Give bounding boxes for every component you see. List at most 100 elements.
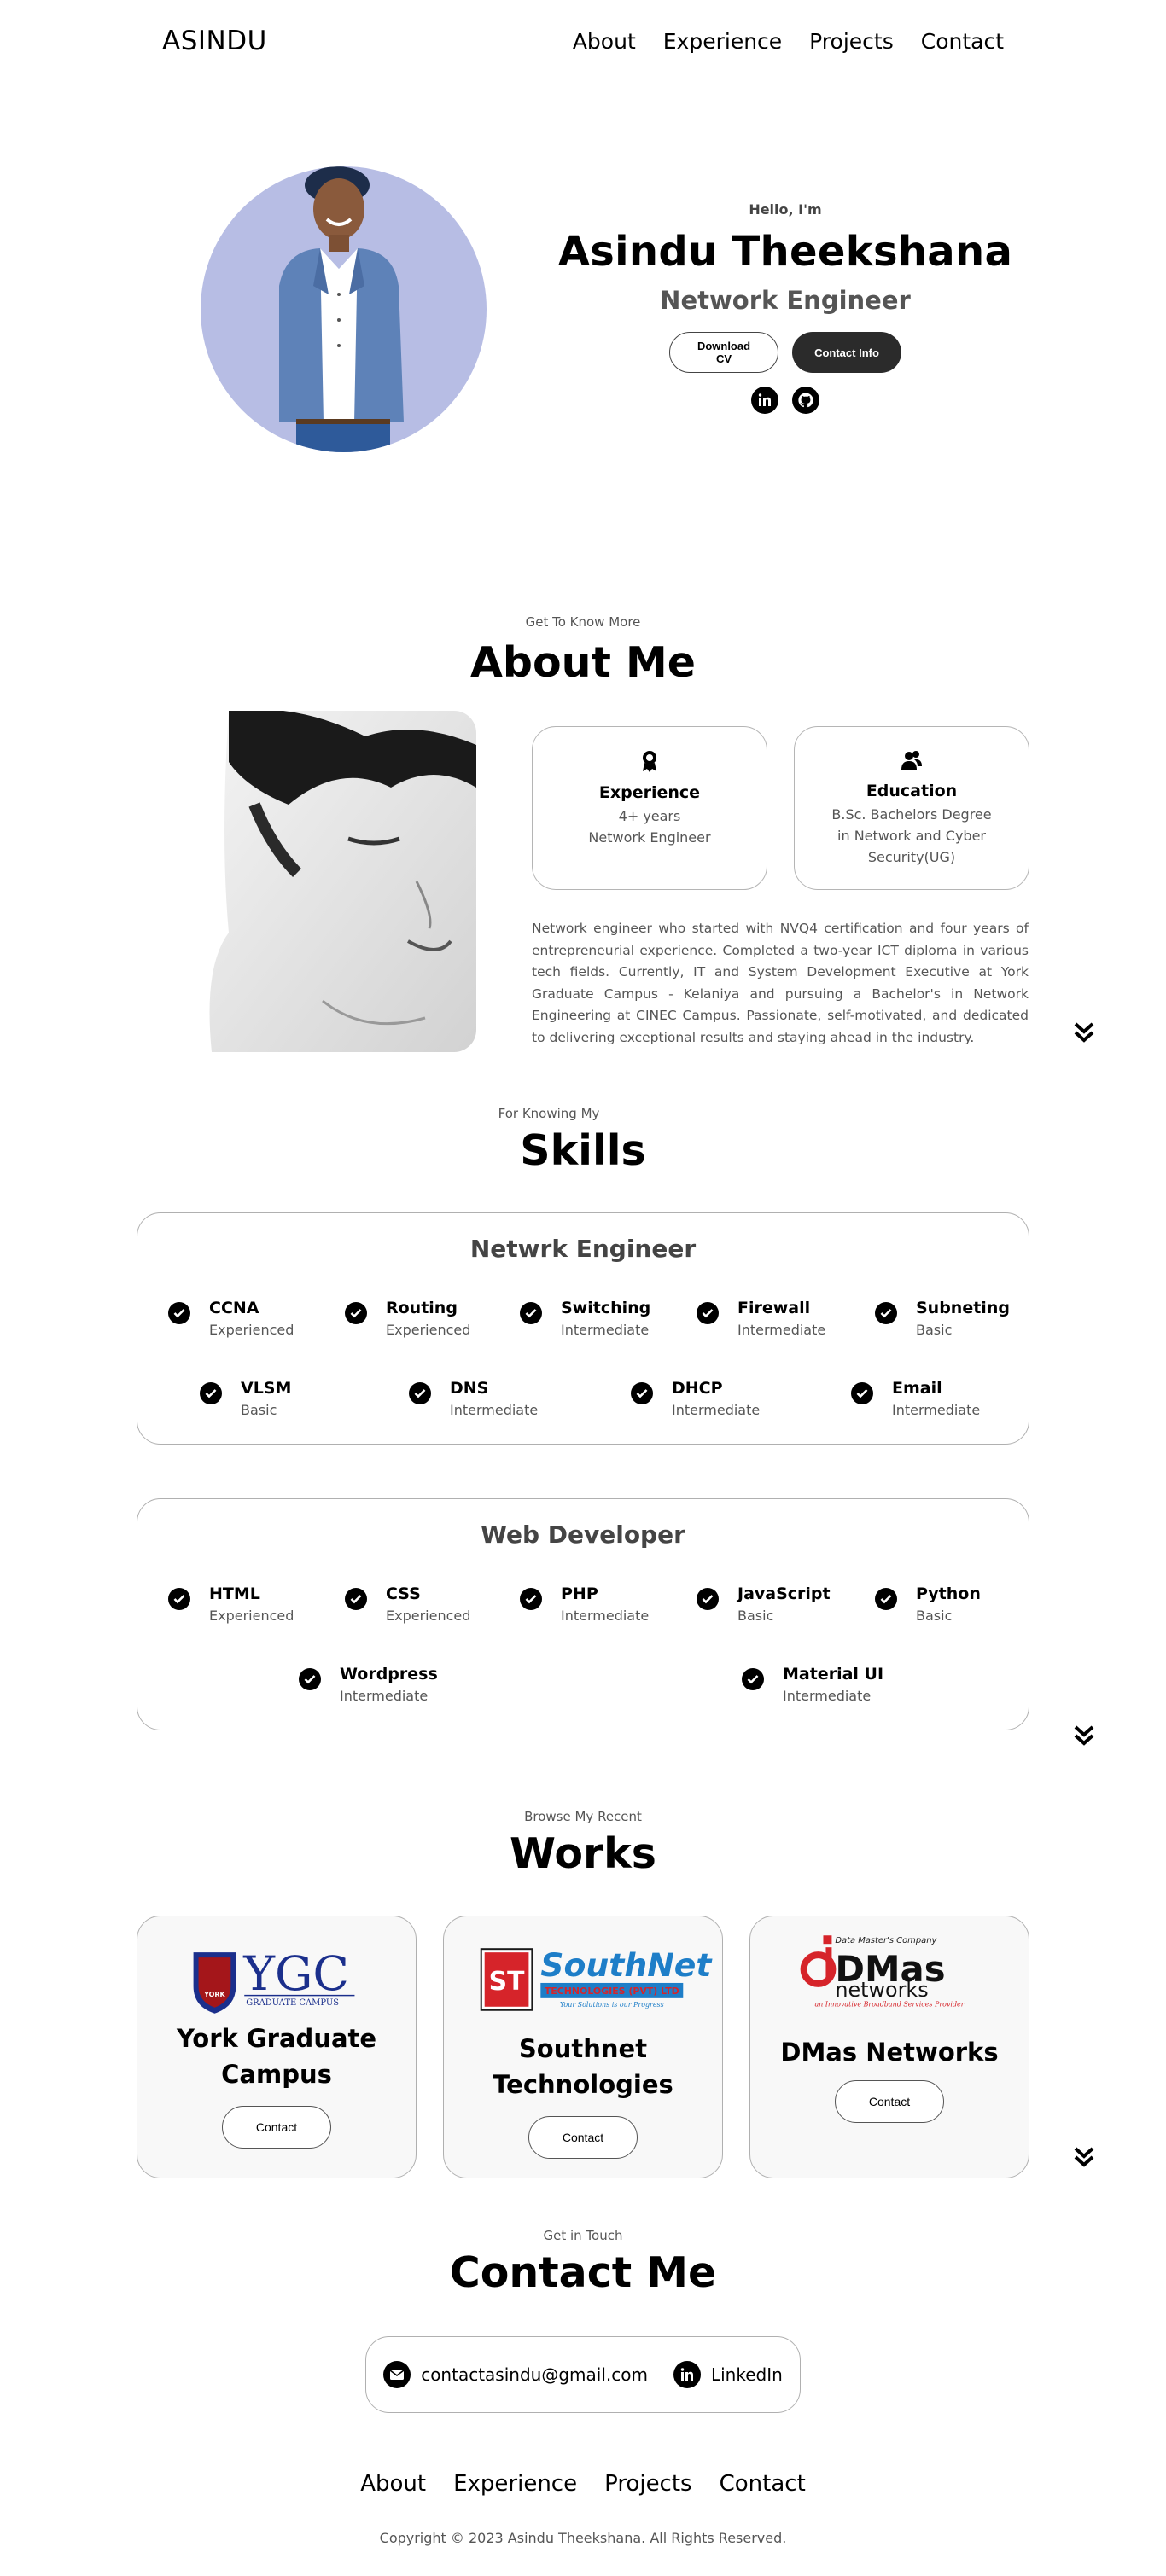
works-heading: Works xyxy=(510,1829,656,1878)
person-illustration xyxy=(279,166,404,452)
works-kicker: Browse My Recent xyxy=(524,1809,642,1824)
skill-name: PHP xyxy=(561,1585,598,1603)
top-nav: ASINDU About Experience Projects Contact xyxy=(0,0,1166,85)
project-name: DMas Networks xyxy=(780,2038,999,2067)
svg-text:Your Solutions is our Progress: Your Solutions is our Progress xyxy=(560,2001,664,2009)
about-paragraph: Network engineer who started with NVQ4 c… xyxy=(532,921,1029,1045)
double-chevron-down-icon[interactable] xyxy=(1073,1021,1095,1044)
award-icon xyxy=(643,751,656,772)
skill-name: HTML xyxy=(209,1585,260,1603)
skill-level: Intermediate xyxy=(561,1322,650,1338)
social-links xyxy=(546,387,1024,414)
about-photo xyxy=(195,711,476,1052)
about-kicker: Get To Know More xyxy=(525,614,641,630)
skill-level: Intermediate xyxy=(737,1322,826,1338)
southnet-logo: ST SouthNet TECHNOLOGIES (PVT) LTD Your … xyxy=(480,1946,713,2011)
skill-level: Basic xyxy=(737,1608,774,1624)
nav-link-contact[interactable]: Contact xyxy=(921,29,1004,54)
svg-text:an Innovative Broadband Servic: an Innovative Broadband Services Provide… xyxy=(814,2001,965,2009)
skill-level: Experienced xyxy=(386,1608,471,1624)
nav-links: About Experience Projects Contact xyxy=(573,29,1004,54)
svg-text:ST: ST xyxy=(489,1967,525,1997)
checkmark-icon xyxy=(299,1668,321,1690)
checkmark-icon xyxy=(851,1382,873,1404)
checkmark-icon xyxy=(742,1668,764,1690)
checkmark-icon xyxy=(520,1302,542,1324)
skill-level: Experienced xyxy=(209,1322,294,1338)
nav-link-about[interactable]: About xyxy=(573,29,636,54)
skill-level: Intermediate xyxy=(450,1402,539,1418)
footer-link-experience[interactable]: Experience xyxy=(453,2471,577,2497)
checkmark-icon xyxy=(697,1302,719,1324)
checkmark-icon xyxy=(168,1588,190,1610)
download-cv-button[interactable]: Download CV xyxy=(669,332,778,373)
checkmark-icon xyxy=(697,1588,719,1610)
hero-role: Network Engineer xyxy=(660,286,911,315)
copyright: Copyright © 2023 Asindu Theekshana. All … xyxy=(379,2530,787,2546)
contact-heading: Contact Me xyxy=(449,2248,717,2297)
skill-name: Routing xyxy=(386,1299,458,1317)
contact-email[interactable]: contactasindu@gmail.com xyxy=(383,2361,648,2388)
skill-level: Intermediate xyxy=(340,1688,429,1704)
contact-info-button[interactable]: Contact Info xyxy=(792,332,901,373)
email-text[interactable]: contactasindu@gmail.com xyxy=(421,2364,648,2385)
contact-kicker: Get in Touch xyxy=(543,2228,623,2243)
users-icon xyxy=(901,751,922,770)
education-line: Security(UG) xyxy=(867,849,956,865)
double-chevron-down-icon[interactable] xyxy=(1073,2145,1095,2169)
skill-name: Firewall xyxy=(737,1299,811,1317)
site-logo[interactable]: ASINDU xyxy=(162,26,267,56)
project-contact-button[interactable]: Contact xyxy=(835,2080,944,2123)
skill-level: Basic xyxy=(916,1322,953,1338)
svg-text:YORK: YORK xyxy=(203,1991,225,1998)
education-card: Education B.Sc. Bachelors Degree in Netw… xyxy=(794,726,1029,890)
education-line: in Network and Cyber xyxy=(837,828,986,844)
network-skills-title: Netwrk Engineer xyxy=(469,1235,697,1263)
skill-level: Intermediate xyxy=(783,1688,872,1704)
education-line: B.Sc. Bachelors Degree xyxy=(831,806,992,823)
skill-name: CCNA xyxy=(209,1299,259,1317)
contact-linkedin[interactable]: LinkedIn xyxy=(673,2361,783,2388)
project-name: Southnet xyxy=(518,2034,648,2063)
github-icon[interactable] xyxy=(792,387,819,414)
skill-name: Python xyxy=(916,1585,981,1603)
education-title: Education xyxy=(866,782,958,800)
project-card: ST SouthNet TECHNOLOGIES (PVT) LTD Your … xyxy=(443,1916,723,2178)
svg-text:Data Master's Company: Data Master's Company xyxy=(835,1936,936,1945)
hero-greeting: Hello, I'm xyxy=(749,201,822,218)
nav-link-experience[interactable]: Experience xyxy=(663,29,782,54)
email-icon xyxy=(383,2361,411,2388)
hero-intro: Hello, I'm Asindu Theekshana Network Eng… xyxy=(546,201,1024,414)
project-contact-button[interactable]: Contact xyxy=(528,2116,638,2159)
web-skills-title: Web Developer xyxy=(481,1521,685,1549)
footer-link-contact[interactable]: Contact xyxy=(720,2471,806,2497)
project-name: Technologies xyxy=(493,2070,673,2099)
checkmark-icon xyxy=(345,1588,367,1610)
footer-link-projects[interactable]: Projects xyxy=(604,2471,692,2497)
skill-level: Intermediate xyxy=(892,1402,981,1418)
skill-name: Email xyxy=(892,1379,942,1398)
checkmark-icon xyxy=(631,1382,653,1404)
linkedin-text[interactable]: LinkedIn xyxy=(711,2364,783,2385)
svg-text:networks: networks xyxy=(835,1978,928,2002)
double-chevron-down-icon[interactable] xyxy=(1073,1724,1095,1747)
skill-name: CSS xyxy=(386,1585,421,1603)
ygc-logo: YORK YGC GRADUATE CAMPUS xyxy=(193,1946,355,2014)
dmas-logo: Data Master's Company DMas networks an I… xyxy=(800,1935,965,2009)
footer-link-about[interactable]: About xyxy=(360,2471,426,2497)
skill-name: VLSM xyxy=(241,1379,292,1398)
project-name: Campus xyxy=(221,2060,332,2089)
nav-link-projects[interactable]: Projects xyxy=(809,29,894,54)
checkmark-icon xyxy=(168,1302,190,1324)
skill-level: Intermediate xyxy=(561,1608,650,1624)
experience-title: Experience xyxy=(598,783,701,802)
about-heading: About Me xyxy=(469,638,697,687)
skill-name: Wordpress xyxy=(340,1665,438,1683)
profile-photo xyxy=(201,166,487,452)
network-skills-card: Netwrk Engineer CCNA Experienced Routing Ex… xyxy=(137,1212,1029,1445)
footer-nav: About Experience Projects Contact xyxy=(0,2471,1166,2497)
experience-line: Network Engineer xyxy=(588,829,711,846)
linkedin-icon[interactable] xyxy=(751,387,778,414)
skill-name: Subneting xyxy=(916,1299,1010,1317)
project-contact-button[interactable]: Contact xyxy=(222,2106,331,2149)
